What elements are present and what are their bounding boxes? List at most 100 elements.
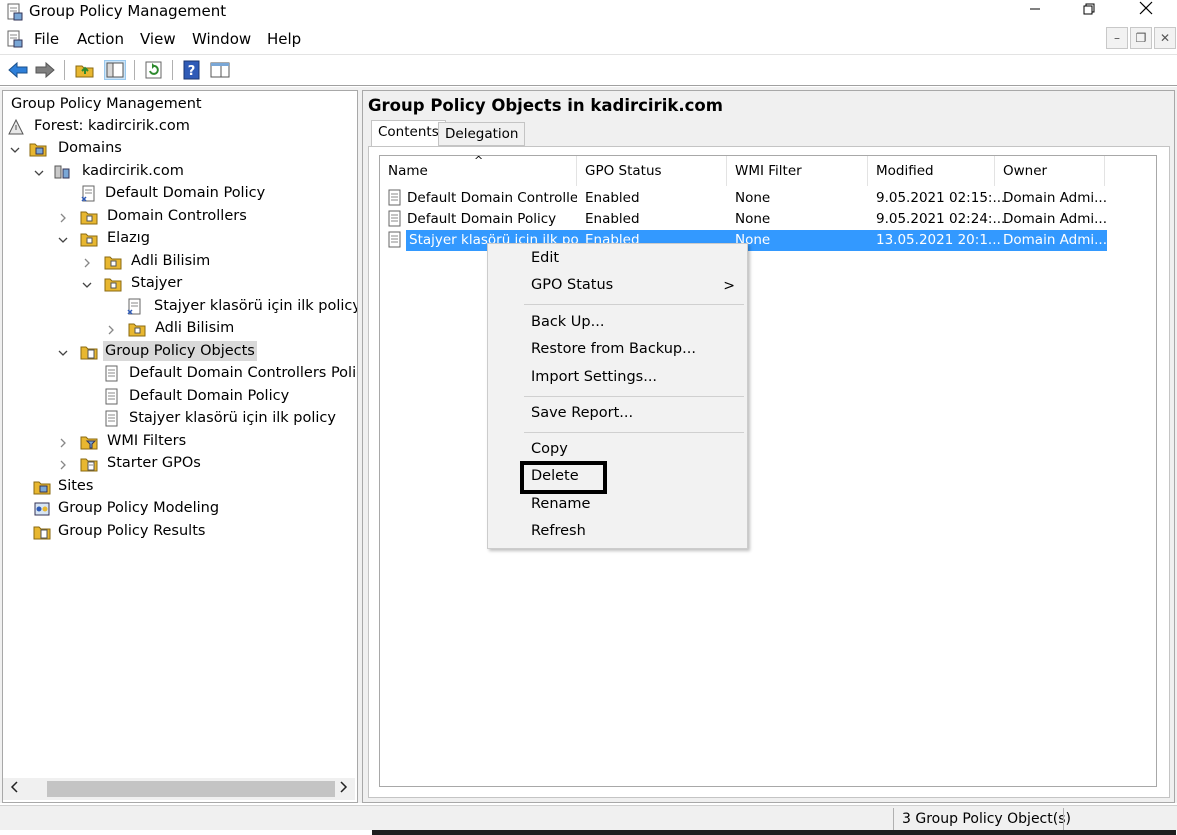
tree-label: Group Policy Objects — [103, 341, 257, 361]
cell-modified: 9.05.2021 02:15:... — [876, 190, 1006, 206]
menu-item-restore-from-backup[interactable]: Restore from Backup... — [531, 341, 696, 357]
chevron-down-icon[interactable] — [81, 277, 93, 289]
restore-icon: ❐ — [1135, 31, 1147, 45]
chevron-right-icon[interactable] — [81, 255, 93, 268]
help-button[interactable]: ? — [181, 60, 203, 80]
menu-item-edit[interactable]: Edit — [531, 250, 559, 266]
cell-status: Enabled — [585, 211, 640, 227]
mdi-minimize-button[interactable]: – — [1106, 27, 1128, 49]
chevron-right-icon[interactable] — [57, 457, 69, 470]
cell-name: Default Domain Controller... — [407, 190, 577, 206]
up-one-level-button[interactable] — [74, 60, 96, 80]
column-header-modified[interactable]: Modified — [868, 156, 995, 186]
chevron-right-icon[interactable] — [57, 435, 69, 448]
tree-node-default-domain-policy-link[interactable]: Default Domain Policy — [80, 183, 357, 205]
scroll-right-arrow-icon[interactable] — [339, 780, 349, 798]
chevron-down-icon[interactable] — [9, 142, 21, 154]
tree-node-domains[interactable]: Domains — [9, 138, 309, 160]
back-button[interactable] — [7, 60, 29, 80]
refresh-button[interactable] — [143, 60, 165, 80]
restore-button[interactable] — [1067, 0, 1111, 22]
scrollbar-thumb[interactable] — [47, 781, 335, 797]
cell-owner: Domain Admi... — [1003, 190, 1108, 206]
tree-node-modeling[interactable]: Group Policy Modeling — [33, 498, 333, 520]
tree-label: Adli Bilisim — [155, 320, 235, 336]
chevron-down-icon[interactable] — [57, 232, 69, 244]
show-hide-console-tree-button[interactable] — [104, 60, 126, 80]
tree-node-adli-bilisim[interactable]: Adli Bilisim — [81, 251, 351, 273]
chevron-right-icon[interactable] — [57, 210, 69, 223]
menu-item-refresh[interactable]: Refresh — [531, 523, 586, 539]
window-title: Group Policy Management — [29, 2, 227, 20]
gpo-link-icon — [126, 298, 144, 316]
wmi-filter-folder-icon — [80, 433, 98, 451]
tree-label: Stajyer — [131, 275, 183, 291]
table-row[interactable]: Default Domain Policy Enabled None 9.05.… — [387, 209, 1107, 230]
toolbar-separator — [172, 60, 173, 80]
modeling-icon — [33, 500, 51, 518]
column-header-owner[interactable]: Owner — [995, 156, 1105, 186]
tree-label: Group Policy Results — [58, 523, 206, 539]
menu-app-icon[interactable] — [6, 30, 24, 52]
action-pane-icon — [210, 62, 230, 78]
chevron-right-icon[interactable] — [105, 322, 117, 335]
bottom-edge — [0, 830, 1177, 835]
tree-node-domain-controllers[interactable]: Domain Controllers — [57, 206, 357, 228]
menu-item-copy[interactable]: Copy — [531, 441, 568, 457]
tree-node-elazig[interactable]: Elazıg — [57, 228, 357, 250]
tree-node-gpo-stajyer[interactable]: Stajyer klasörü için ilk policy — [103, 408, 357, 430]
tree-node-adli-bilisim-sub[interactable]: Adli Bilisim — [105, 318, 355, 340]
show-hide-action-pane-button[interactable] — [209, 60, 231, 80]
column-header-wmi-filter[interactable]: WMI Filter — [727, 156, 868, 186]
column-header-gpo-status[interactable]: GPO Status — [577, 156, 727, 186]
minimize-button[interactable] — [1013, 0, 1057, 22]
menu-item-back-up[interactable]: Back Up... — [531, 314, 604, 330]
tree-node-stajyer-policy-link[interactable]: Stajyer klasörü için ilk policy — [126, 296, 357, 318]
tree-label: WMI Filters — [107, 433, 187, 449]
menu-item-import-settings[interactable]: Import Settings... — [531, 369, 657, 385]
minimize-icon: – — [1114, 31, 1120, 45]
tree-node-domain[interactable]: kadircirik.com — [33, 161, 333, 183]
menu-file[interactable]: File — [34, 30, 59, 48]
starter-gpo-folder-icon — [80, 455, 98, 473]
column-header-name[interactable]: Name ^ — [380, 154, 577, 186]
menu-action[interactable]: Action — [77, 30, 124, 48]
tree-node-wmi-filters[interactable]: WMI Filters — [57, 431, 357, 453]
menu-separator — [524, 396, 744, 397]
menu-window[interactable]: Window — [192, 30, 251, 48]
menu-item-save-report[interactable]: Save Report... — [531, 405, 633, 421]
ou-folder-icon — [104, 253, 122, 271]
console-tree: Group Policy Management Forest: kadircir… — [2, 90, 358, 803]
close-button[interactable] — [1124, 0, 1168, 22]
chevron-down-icon[interactable] — [33, 165, 45, 177]
table-row[interactable]: Default Domain Controller... Enabled Non… — [387, 188, 1107, 209]
tree-label: Default Domain Controllers Policy — [129, 365, 358, 381]
ou-folder-icon — [128, 320, 146, 338]
tree-node-gpo-ddp[interactable]: Default Domain Policy — [103, 386, 357, 408]
menu-view[interactable]: View — [140, 30, 176, 48]
menu-help[interactable]: Help — [267, 30, 301, 48]
tree-label: Stajyer klasörü için ilk policy — [129, 410, 336, 426]
gpo-icon — [103, 365, 121, 383]
forward-button[interactable] — [34, 60, 56, 80]
tree-label: Default Domain Policy — [105, 185, 266, 201]
mdi-close-button[interactable]: ✕ — [1154, 27, 1176, 49]
menu-item-rename[interactable]: Rename — [531, 496, 590, 512]
menu-item-gpo-status[interactable]: GPO Status — [531, 277, 613, 293]
chevron-down-icon[interactable] — [57, 345, 69, 357]
tree-node-starter-gpos[interactable]: Starter GPOs — [57, 453, 357, 475]
tree-node-gpo-ddcp[interactable]: Default Domain Controllers Policy — [103, 363, 358, 385]
mdi-restore-button[interactable]: ❐ — [1130, 27, 1152, 49]
tree-horizontal-scrollbar[interactable] — [3, 778, 355, 800]
tree-label: Group Policy Management — [11, 96, 202, 112]
tree-node-results[interactable]: Group Policy Results — [33, 521, 333, 543]
tree-node-forest[interactable]: Forest: kadircirik.com — [7, 116, 307, 138]
scroll-left-arrow-icon[interactable] — [9, 780, 19, 798]
tree-node-group-policy-objects[interactable]: Group Policy Objects — [57, 341, 357, 363]
tab-contents[interactable]: Contents — [371, 120, 446, 147]
tree-node-sites[interactable]: Sites — [33, 476, 333, 498]
toolbar-separator — [64, 60, 65, 80]
status-object-count: 3 Group Policy Object(s) — [902, 811, 1071, 827]
tab-delegation[interactable]: Delegation — [438, 122, 526, 146]
tree-node-stajyer[interactable]: Stajyer — [81, 273, 351, 295]
